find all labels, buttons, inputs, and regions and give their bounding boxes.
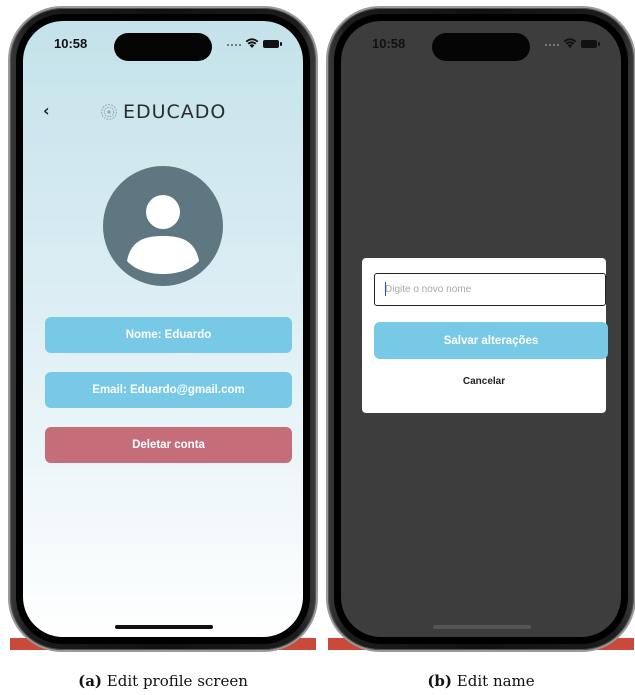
signal-dots-icon: [545, 44, 559, 46]
edit-profile-screen: 10:58 ‹ EDUCADO Nome: Eduardo Email: Edu…: [23, 21, 303, 637]
status-icons: [227, 38, 283, 50]
caption-edit-profile: (a) Edit profile screen: [10, 672, 316, 690]
save-changes-button[interactable]: Salvar alterações: [374, 322, 608, 359]
home-indicator[interactable]: [115, 625, 213, 629]
back-chevron-icon[interactable]: ‹: [43, 101, 50, 120]
battery-icon: [263, 40, 282, 48]
email-button[interactable]: Email: Eduardo@gmail.com: [45, 372, 292, 408]
status-time: 10:58: [54, 36, 88, 51]
dynamic-island: [114, 33, 212, 61]
delete-account-button[interactable]: Deletar conta: [45, 427, 292, 463]
battery-icon: [581, 40, 600, 48]
name-button[interactable]: Nome: Eduardo: [45, 317, 292, 353]
status-time: 10:58: [372, 36, 406, 51]
caption-label: (b): [427, 672, 453, 690]
caption-text: Edit profile screen: [106, 672, 248, 690]
cancel-button[interactable]: Cancelar: [362, 376, 606, 387]
home-indicator[interactable]: [433, 625, 531, 629]
educado-logo: EDUCADO: [100, 101, 226, 123]
edit-name-dialog: Salvar alterações Cancelar: [362, 258, 608, 413]
logo-text: EDUCADO: [123, 101, 227, 123]
wifi-icon: [563, 38, 577, 48]
phone-frame-edit-name: 10:58 Salvar alterações Cancelar: [328, 8, 634, 650]
text-cursor: [385, 282, 386, 296]
caption-label: (a): [78, 672, 103, 690]
user-avatar-icon: [103, 166, 223, 286]
wifi-icon: [245, 38, 259, 48]
phone-frame-edit-profile: 10:58 ‹ EDUCADO Nome: Eduardo Email: Edu…: [10, 8, 316, 650]
caption-edit-name: (b) Edit name: [328, 672, 634, 690]
dynamic-island: [432, 33, 530, 61]
logo-mark-icon: [101, 104, 117, 120]
user-icon: [127, 195, 199, 274]
signal-dots-icon: [227, 44, 241, 46]
status-icons: [545, 38, 601, 50]
caption-text: Edit name: [456, 672, 535, 690]
edit-name-screen: 10:58 Salvar alterações Cancelar: [341, 21, 621, 637]
new-name-input[interactable]: [374, 273, 606, 306]
